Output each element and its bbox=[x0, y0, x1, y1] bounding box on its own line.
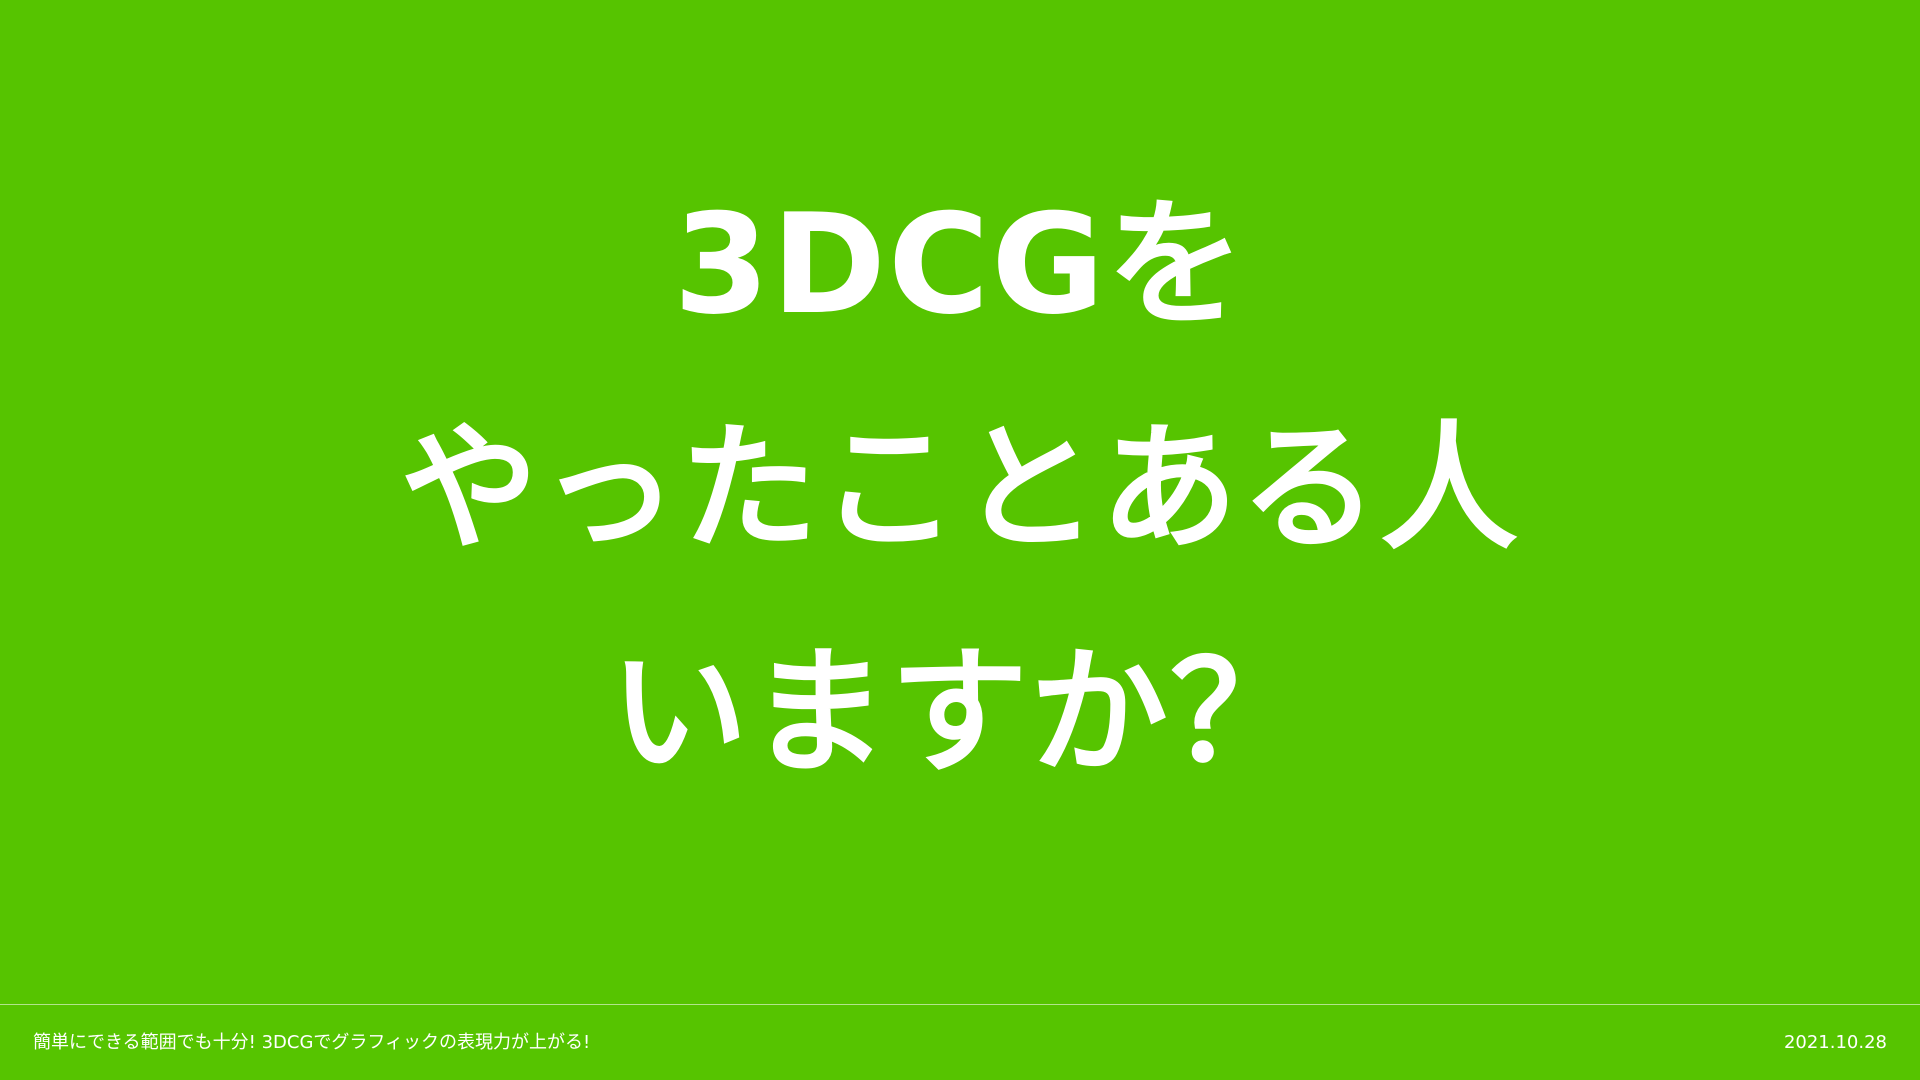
footer-divider bbox=[0, 1004, 1920, 1005]
slide: 3DCGを やったことある人 いますか？ 簡単にできる範囲でも十分! 3DCGで… bbox=[0, 0, 1920, 1080]
footer-presentation-title: 簡単にできる範囲でも十分! 3DCGでグラフィックの表現力が上がる! bbox=[33, 1032, 591, 1053]
headline-line-2: やったことある人 bbox=[399, 408, 1520, 569]
headline-line-3: いますか？ bbox=[609, 632, 1310, 793]
footer-date: 2021.10.28 bbox=[1783, 1032, 1887, 1053]
slide-headline: 3DCGを やったことある人 いますか？ bbox=[0, 196, 1920, 784]
headline-line-1: 3DCGを bbox=[673, 184, 1247, 345]
